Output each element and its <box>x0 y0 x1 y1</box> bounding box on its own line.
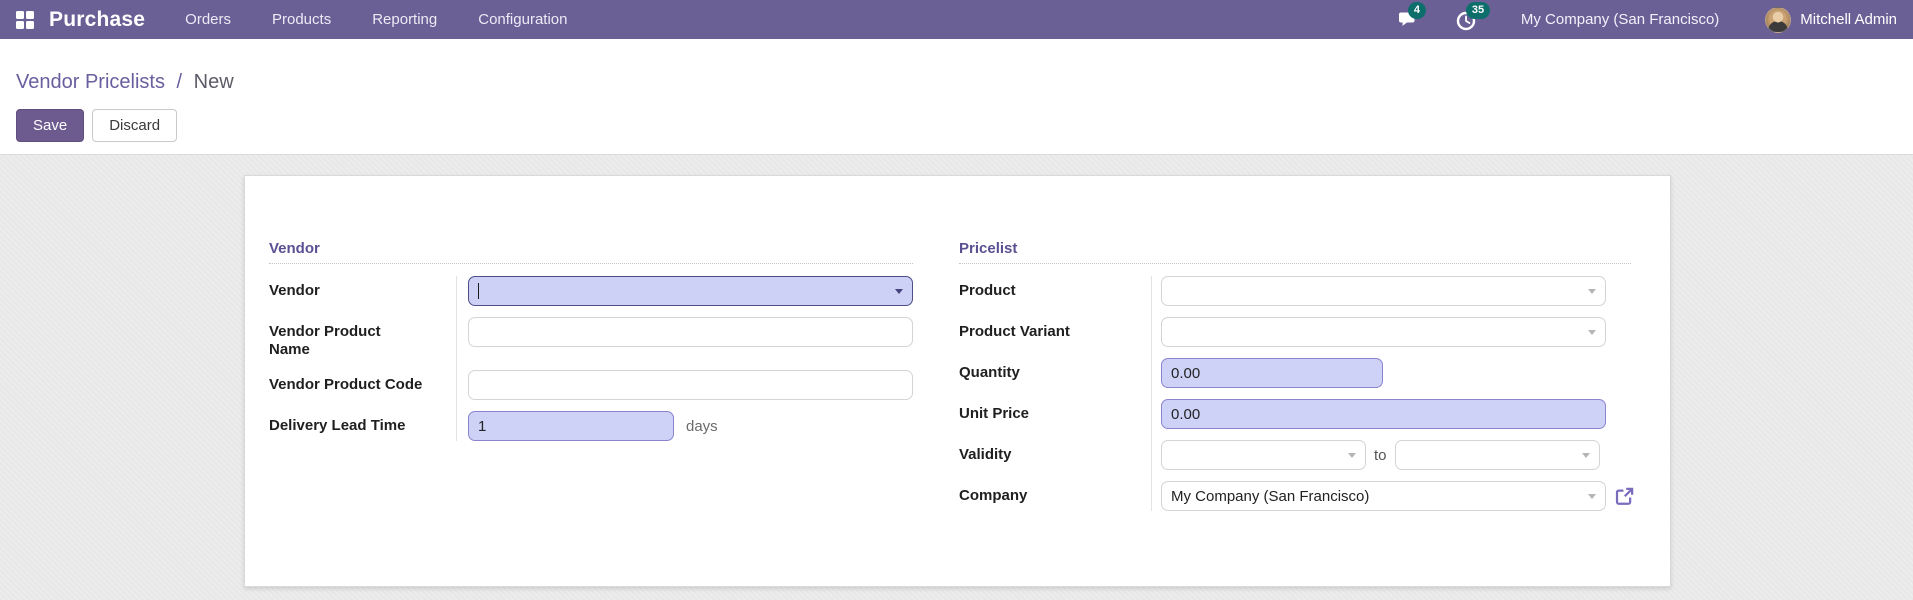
product-combo <box>1161 276 1606 306</box>
main-menu: Orders Products Reporting Configuration <box>185 11 567 28</box>
activities-icon[interactable]: 35 <box>1455 1 1491 32</box>
field-row-vendor-product-code: Vendor Product Code <box>269 370 913 400</box>
pricelist-group-title: Pricelist <box>959 240 1631 264</box>
menu-reporting[interactable]: Reporting <box>372 11 437 28</box>
top-navbar: Purchase Orders Products Reporting Confi… <box>0 0 1913 39</box>
company-input[interactable] <box>1161 481 1606 511</box>
field-row-unit-price: Unit Price <box>959 399 1631 429</box>
vendor-product-name-label: Vendor Product Name <box>269 323 381 358</box>
user-name: Mitchell Admin <box>1800 11 1897 28</box>
breadcrumb: Vendor Pricelists / New <box>16 69 1897 95</box>
save-button[interactable]: Save <box>16 109 85 142</box>
breadcrumb-vendor-pricelists[interactable]: Vendor Pricelists <box>16 71 165 93</box>
quantity-input[interactable] <box>1161 358 1383 388</box>
vendor-input[interactable] <box>468 276 913 306</box>
breadcrumb-current: New <box>193 71 234 93</box>
validity-label: Validity <box>959 446 1012 463</box>
apps-menu-icon[interactable] <box>16 10 34 29</box>
menu-configuration[interactable]: Configuration <box>478 11 567 28</box>
vendor-group-title: Vendor <box>269 240 913 264</box>
app-title[interactable]: Purchase <box>49 8 145 32</box>
content-area: Vendor Vendor Vendor Product Name Vendor… <box>0 155 1913 600</box>
vendor-product-code-label: Vendor Product Code <box>269 376 423 393</box>
menu-products[interactable]: Products <box>272 11 331 28</box>
vendor-product-name-wrap <box>468 317 913 347</box>
product-variant-input[interactable] <box>1161 317 1606 347</box>
vendor-product-code-wrap <box>468 370 913 400</box>
text-cursor <box>478 283 479 299</box>
user-menu[interactable]: Mitchell Admin <box>1765 6 1897 33</box>
messages-icon[interactable]: 4 <box>1397 1 1427 32</box>
validity-from-combo <box>1161 440 1366 470</box>
form-sheet: Vendor Vendor Vendor Product Name Vendor… <box>244 175 1671 587</box>
validity-to-label: to <box>1374 446 1387 464</box>
product-variant-combo <box>1161 317 1606 347</box>
days-suffix: days <box>686 417 718 435</box>
pricelist-group: Pricelist Product Product Variant Quanti… <box>959 240 1634 586</box>
menu-orders[interactable]: Orders <box>185 11 231 28</box>
breadcrumb-separator: / <box>176 71 183 93</box>
field-row-quantity: Quantity <box>959 358 1631 388</box>
systray: 4 35 My Company (San Francisco) Mitchell… <box>1397 1 1897 33</box>
company-switcher[interactable]: My Company (San Francisco) <box>1521 11 1719 28</box>
product-variant-label: Product Variant <box>959 323 1070 340</box>
vendor-combo <box>468 276 913 306</box>
external-link-icon[interactable] <box>1614 486 1635 507</box>
vendor-product-code-input[interactable] <box>468 370 913 400</box>
product-label: Product <box>959 282 1016 299</box>
activities-badge: 35 <box>1465 1 1491 19</box>
delivery-lead-time-label: Delivery Lead Time <box>269 417 406 434</box>
delivery-lead-time-input[interactable] <box>468 411 674 441</box>
field-row-product: Product <box>959 276 1631 306</box>
vendor-product-name-input[interactable] <box>468 317 913 347</box>
field-row-validity: Validity to <box>959 440 1631 470</box>
field-row-vendor-product-name: Vendor Product Name <box>269 317 913 359</box>
form-actions: Save Discard <box>16 109 1897 142</box>
company-label: Company <box>959 487 1028 504</box>
avatar <box>1765 6 1792 33</box>
vendor-group: Vendor Vendor Vendor Product Name Vendor… <box>269 240 913 586</box>
unit-price-input[interactable] <box>1161 399 1606 429</box>
validity-from-input[interactable] <box>1161 440 1366 470</box>
messages-badge: 4 <box>1407 1 1427 19</box>
control-panel: Vendor Pricelists / New Save Discard <box>0 39 1913 155</box>
discard-button[interactable]: Discard <box>92 109 178 142</box>
company-combo <box>1161 481 1606 511</box>
product-input[interactable] <box>1161 276 1606 306</box>
field-row-delivery-lead-time: Delivery Lead Time days <box>269 411 913 441</box>
field-row-vendor: Vendor <box>269 276 913 306</box>
validity-to-combo <box>1394 440 1600 470</box>
app-window: Purchase Orders Products Reporting Confi… <box>0 0 1913 600</box>
unit-price-label: Unit Price <box>959 405 1030 422</box>
quantity-label: Quantity <box>959 364 1020 381</box>
field-row-company: Company <box>959 481 1634 511</box>
field-row-product-variant: Product Variant <box>959 317 1631 347</box>
validity-to-input[interactable] <box>1394 440 1600 470</box>
vendor-label: Vendor <box>269 282 320 299</box>
